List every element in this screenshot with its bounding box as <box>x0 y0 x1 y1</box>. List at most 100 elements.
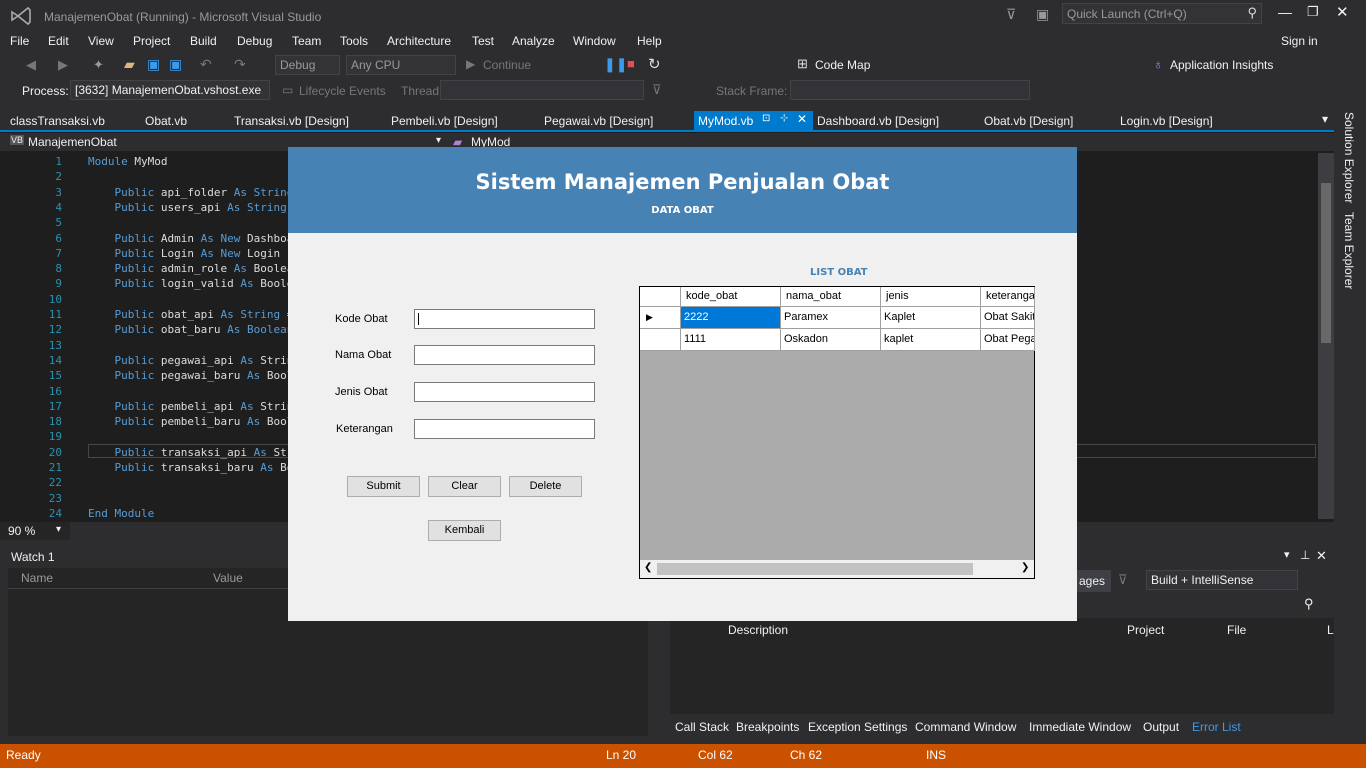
save-icon[interactable]: ▣ <box>147 56 160 73</box>
code-line[interactable]: Public login_valid As Boole <box>88 277 294 290</box>
tab-immediate-window[interactable]: Immediate Window <box>1029 720 1131 734</box>
col-project[interactable]: Project <box>1127 623 1164 637</box>
search-icon[interactable]: ⚲ <box>1304 596 1314 612</box>
pause-icon[interactable]: ❚❚ <box>604 56 627 73</box>
tab-exception-settings[interactable]: Exception Settings <box>808 720 907 734</box>
menu-project[interactable]: Project <box>133 34 170 48</box>
row-header[interactable] <box>640 329 681 351</box>
filter-icon[interactable]: ⊽ <box>1118 572 1128 588</box>
feedback-icon[interactable]: ▣ <box>1036 6 1049 23</box>
close-tab-icon[interactable]: ✕ <box>797 112 807 126</box>
lifecycle-events-button[interactable]: Lifecycle Events <box>299 84 386 98</box>
filter-icon[interactable]: ⊽ <box>1006 6 1016 23</box>
menu-tools[interactable]: Tools <box>340 34 368 48</box>
menu-build[interactable]: Build <box>190 34 217 48</box>
menu-architecture[interactable]: Architecture <box>387 34 451 48</box>
table-cell[interactable]: Kaplet <box>881 307 981 329</box>
forward-icon[interactable]: ▶ <box>58 57 68 73</box>
messages-filter-button[interactable]: ages <box>1077 570 1111 592</box>
config-select[interactable]: Debug <box>275 55 340 75</box>
table-cell[interactable]: Oskadon <box>781 329 881 351</box>
delete-button[interactable]: Delete <box>509 476 582 497</box>
scroll-right-icon[interactable]: ❯ <box>1021 562 1029 573</box>
redo-icon[interactable]: ↷ <box>234 56 246 73</box>
kembali-button[interactable]: Kembali <box>428 520 501 541</box>
tab-pegawai-design[interactable]: Pegawai.vb [Design] <box>544 111 653 131</box>
col-description[interactable]: Description <box>728 623 788 637</box>
stop-icon[interactable]: ■ <box>627 56 635 71</box>
menu-team[interactable]: Team <box>292 34 321 48</box>
continue-button[interactable]: Continue <box>483 58 531 72</box>
submit-button[interactable]: Submit <box>347 476 420 497</box>
nama-obat-input[interactable] <box>414 345 595 365</box>
jenis-obat-input[interactable] <box>414 382 595 402</box>
obat-datagrid[interactable]: kode_obat nama_obat jenis keteranga ▶ 22… <box>639 286 1035 579</box>
save-all-icon[interactable]: ▣ <box>169 56 182 73</box>
tab-pembeli-design[interactable]: Pembeli.vb [Design] <box>391 111 498 131</box>
kode-obat-input[interactable] <box>414 309 595 329</box>
table-cell[interactable]: 1111 <box>681 329 781 351</box>
keterangan-input[interactable] <box>414 419 595 439</box>
minimize-button[interactable]: — <box>1278 4 1292 20</box>
thread-select[interactable] <box>440 80 644 100</box>
code-line[interactable]: Public pegawai_api As Strin <box>88 354 294 367</box>
datagrid-horizontal-scrollbar[interactable]: ❮ ❯ <box>640 560 1034 578</box>
menu-debug[interactable]: Debug <box>237 34 272 48</box>
tab-dashboard-design[interactable]: Dashboard.vb [Design] <box>817 111 939 131</box>
code-line[interactable]: Public Login As New Login <box>88 247 281 260</box>
table-cell[interactable]: Paramex <box>781 307 881 329</box>
code-line[interactable]: Public admin_role As Boolea <box>88 262 294 275</box>
code-line[interactable]: Public pembeli_baru As Bool <box>88 415 294 428</box>
code-line[interactable]: Public api_folder As String <box>88 186 294 199</box>
tab-classtransaksi[interactable]: classTransaksi.vb <box>10 111 105 131</box>
app-insights-button[interactable]: Application Insights <box>1170 58 1273 72</box>
quick-launch-input[interactable]: Quick Launch (Ctrl+Q) ⚲ <box>1062 3 1262 24</box>
table-cell[interactable]: Obat Sakit <box>981 307 1035 329</box>
tab-obat-design[interactable]: Obat.vb [Design] <box>984 111 1073 131</box>
team-explorer-tab[interactable]: Team Explorer <box>1342 212 1356 289</box>
tab-output[interactable]: Output <box>1143 720 1179 734</box>
process-select[interactable]: [3632] ManajemenObat.vshost.exe <box>70 80 270 100</box>
restart-icon[interactable]: ↻ <box>648 55 661 73</box>
open-folder-icon[interactable]: ▰ <box>124 56 135 73</box>
maximize-button[interactable]: ❐ <box>1307 4 1319 20</box>
undo-icon[interactable]: ↶ <box>200 56 212 73</box>
col-kode-obat[interactable]: kode_obat <box>681 287 781 307</box>
pin-icon[interactable]: ⊥ <box>1300 548 1310 562</box>
col-keterangan[interactable]: keteranga <box>981 287 1035 307</box>
tab-obat[interactable]: Obat.vb <box>145 111 187 131</box>
tab-command-window[interactable]: Command Window <box>915 720 1016 734</box>
menu-edit[interactable]: Edit <box>48 34 69 48</box>
sign-in-link[interactable]: Sign in <box>1281 34 1318 48</box>
project-dropdown[interactable]: ManajemenObat <box>28 135 117 149</box>
close-button[interactable]: ✕ <box>1336 3 1349 21</box>
code-line[interactable]: Public transaksi_baru As Bo <box>88 461 294 474</box>
scrollbar-thumb[interactable] <box>1321 183 1331 343</box>
stack-frame-select[interactable] <box>790 80 1030 100</box>
col-jenis[interactable]: jenis <box>881 287 981 307</box>
build-filter-select[interactable]: Build + IntelliSense <box>1146 570 1298 590</box>
code-line[interactable]: Public obat_api As String = <box>88 308 294 321</box>
table-cell[interactable]: Obat Pega <box>981 329 1035 351</box>
close-panel-icon[interactable]: ✕ <box>1316 548 1327 564</box>
col-line[interactable]: L <box>1327 623 1334 637</box>
pin-icon[interactable]: ⊡ <box>762 113 770 124</box>
back-icon[interactable]: ◀ <box>26 57 36 73</box>
tab-breakpoints[interactable]: Breakpoints <box>736 720 799 734</box>
tab-mymod[interactable]: MyMod.vb ⊡ ⊹ ✕ <box>694 111 813 131</box>
tab-overflow-icon[interactable]: ▾ <box>1322 112 1328 126</box>
error-list-grid[interactable]: Description Project File L <box>670 618 1334 714</box>
window-position-icon[interactable]: ▾ <box>1284 548 1290 561</box>
scroll-left-icon[interactable]: ❮ <box>644 562 652 573</box>
code-line[interactable]: Public pembeli_api As Strin <box>88 400 294 413</box>
float-icon[interactable]: ⊹ <box>780 113 788 124</box>
menu-help[interactable]: Help <box>637 34 662 48</box>
clear-button[interactable]: Clear <box>428 476 501 497</box>
col-nama-obat[interactable]: nama_obat <box>781 287 881 307</box>
table-cell[interactable]: 2222 <box>681 307 781 329</box>
new-project-icon[interactable]: ✦ <box>93 57 104 73</box>
code-line[interactable]: Module MyMod <box>88 155 168 168</box>
flag-icon[interactable]: ⊽ <box>652 82 662 98</box>
tab-error-list[interactable]: Error List <box>1192 720 1241 734</box>
zoom-select[interactable]: 90 % ▾ <box>0 522 70 540</box>
